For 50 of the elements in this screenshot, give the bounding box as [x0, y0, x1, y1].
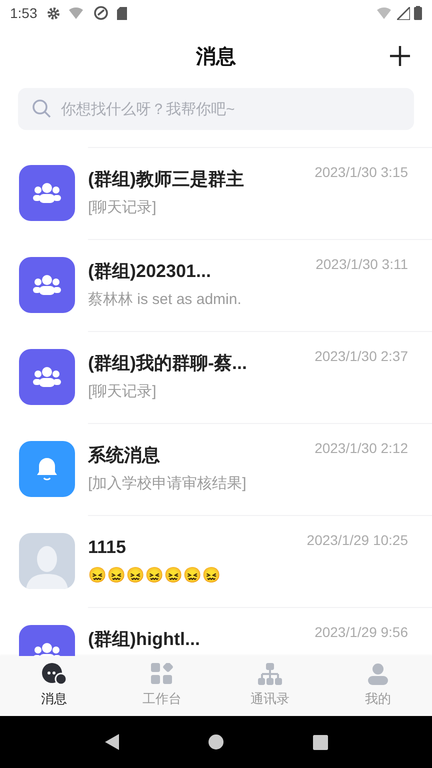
conversation-item[interactable]: (群组)教师三是群主 2023/1/30 3:15 [聊天记录]: [0, 147, 432, 239]
conversation-item[interactable]: 1115 2023/1/29 10:25 😖😖😖😖😖😖😖: [0, 515, 432, 607]
sd-card-icon: [117, 6, 128, 20]
back-icon: [104, 733, 120, 751]
conversation-time: 2023/1/30 3:11: [316, 255, 408, 274]
conversation-title: (群组)教师三是群主: [88, 168, 244, 191]
wifi-off-icon: [377, 7, 393, 19]
tab[interactable]: 消息: [0, 656, 108, 716]
grid-icon: [151, 663, 173, 686]
signal-icon: [397, 6, 410, 20]
group-avatar: [19, 257, 75, 313]
search-icon: [32, 99, 51, 118]
page-title: 消息: [196, 45, 236, 70]
message-preview: [聊天记录]: [88, 382, 158, 402]
conversation-time: 2023/1/30 2:12: [314, 439, 408, 458]
wifi-icon: [69, 7, 86, 19]
message-preview: [聊天记录]: [88, 198, 158, 218]
home-icon: [208, 734, 224, 750]
message-preview: 😖😖😖😖😖😖😖: [88, 566, 222, 586]
recents-button[interactable]: [312, 734, 328, 750]
status-time: 1:53: [10, 4, 38, 22]
add-button[interactable]: [388, 44, 412, 68]
bell-avatar: [19, 441, 75, 497]
conversation-time: 2023/1/29 10:25: [306, 531, 408, 550]
conversation-item[interactable]: (群组)我的群聊-蔡... 2023/1/30 2:37 [聊天记录]: [0, 331, 432, 423]
conversation-title: (群组)202301...: [88, 260, 212, 283]
conversation-title: (群组)hightl...: [88, 628, 200, 651]
conversation-title: (群组)我的群聊-蔡...: [88, 352, 247, 375]
message-preview: [加入学校申请审核结果]: [88, 474, 248, 494]
conversation-item[interactable]: 系统消息 2023/1/30 2:12 [加入学校申请审核结果]: [0, 423, 432, 515]
message-preview: 蔡林林 is set as admin.: [88, 290, 242, 310]
recents-icon: [312, 734, 328, 750]
group-avatar: [19, 349, 75, 405]
search-field[interactable]: 你想找什么呀？我帮你吧~: [18, 88, 414, 130]
battery-icon: [414, 6, 422, 20]
person-avatar: [19, 533, 75, 589]
gear-icon: [47, 6, 60, 20]
conversation-time: 2023/1/29 9:56: [314, 623, 408, 642]
home-button[interactable]: [208, 734, 224, 750]
org-chart-icon: [258, 663, 282, 686]
chat-icon: [41, 663, 67, 686]
person-icon: [367, 663, 389, 686]
conversation-time: 2023/1/30 2:37: [314, 347, 408, 366]
conversation-time: 2023/1/30 3:15: [314, 163, 408, 182]
plus-icon: [389, 45, 411, 67]
conversation-title: 1115: [88, 536, 126, 559]
group-avatar: [19, 165, 75, 221]
conversation-item[interactable]: (群组)202301... 2023/1/30 3:11 蔡林林 is set as admin.: [0, 239, 432, 331]
conversation-title: 系统消息: [88, 444, 160, 467]
back-button[interactable]: [104, 733, 120, 751]
